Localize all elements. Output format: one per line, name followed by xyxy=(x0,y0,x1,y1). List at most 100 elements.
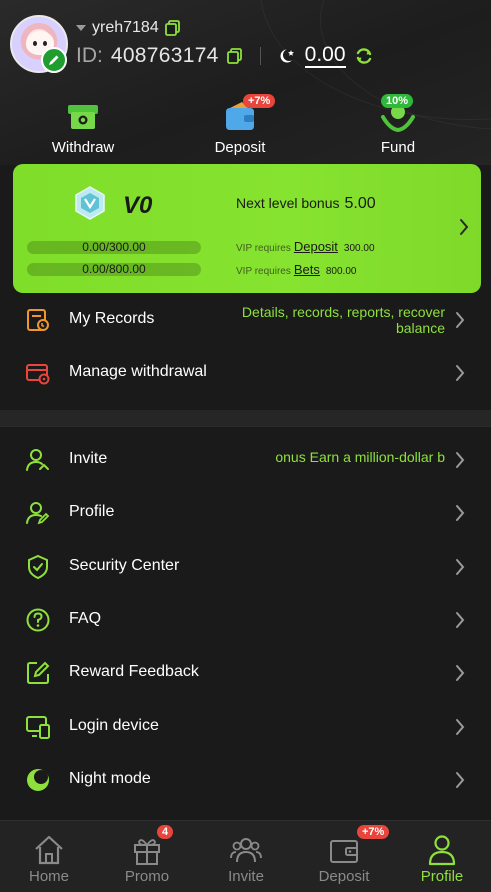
nav-label: Invite xyxy=(228,868,264,885)
section-divider xyxy=(0,410,491,426)
promo-count-badge: 4 xyxy=(157,825,174,839)
vip-gem-icon xyxy=(75,186,105,220)
next-level-bonus: Next level bonus 5.00 xyxy=(236,195,376,213)
records-icon xyxy=(27,309,49,331)
bets-requirement: VIP requires Bets 800.00 xyxy=(236,262,356,277)
vip-level: V0 xyxy=(123,192,153,219)
divider xyxy=(0,426,491,427)
devices-icon xyxy=(26,716,50,739)
copy-id-icon[interactable] xyxy=(226,48,242,64)
withdraw-icon xyxy=(63,96,103,136)
deposit-bonus-badge: +7% xyxy=(243,94,276,108)
withdraw-label: Withdraw xyxy=(51,139,115,156)
username-row: yreh7184 xyxy=(76,19,180,37)
menu-item-manage-withdrawal[interactable]: Manage withdrawal xyxy=(0,348,491,398)
chevron-right-icon xyxy=(456,719,465,735)
menu-label: Profile xyxy=(69,503,115,520)
menu-item-my-records[interactable]: My Records Details, records, reports, re… xyxy=(0,295,491,345)
edit-icon xyxy=(27,661,50,684)
profile-icon xyxy=(428,835,456,866)
chevron-right-icon xyxy=(456,772,465,788)
pakistan-flag-icon xyxy=(280,49,295,63)
chevron-right-icon xyxy=(456,365,465,381)
nav-label: Profile xyxy=(420,868,464,885)
avatar-eye xyxy=(43,41,47,46)
menu-label: FAQ xyxy=(69,610,102,627)
refresh-icon[interactable] xyxy=(354,46,374,66)
menu-item-profile[interactable]: Profile xyxy=(0,488,491,538)
vip-card[interactable]: V0 Next level bonus 5.00 0.00/300.00 0.00… xyxy=(13,164,481,293)
nav-promo[interactable]: 4 Promo xyxy=(98,821,196,892)
profile-header: yreh7184 ID: 408763174 0.00 Withdraw +7%… xyxy=(0,0,491,165)
id-row: ID: 408763174 0.00 xyxy=(76,44,374,68)
menu-item-login-device[interactable]: Login device xyxy=(0,702,491,752)
deposit-progress-text: 0.00/300.00 xyxy=(82,240,146,254)
menu-label: Night mode xyxy=(69,770,151,787)
avatar-eye xyxy=(33,41,37,46)
invite-marquee: onus Earn a million-dollar b xyxy=(270,449,445,469)
fund-action[interactable]: 10% Fund xyxy=(343,94,453,156)
menu-label: Security Center xyxy=(69,557,180,574)
username: yreh7184 xyxy=(92,19,159,36)
fund-label: Fund xyxy=(380,139,416,156)
menu-label: Login device xyxy=(69,717,159,734)
deposit-requirement-link[interactable]: Deposit xyxy=(294,239,338,254)
bottom-navigation: Home 4 Promo Invite +7% Deposit Profile xyxy=(0,820,491,892)
deposit-requirement: VIP requires Deposit 300.00 xyxy=(236,239,375,254)
shield-icon xyxy=(28,554,48,580)
records-description: Details, records, reports, recover balan… xyxy=(242,304,445,336)
edit-avatar-icon[interactable] xyxy=(41,47,67,73)
requirement-prefix: VIP requires xyxy=(236,243,291,254)
deposit-progress-bar: 0.00/300.00 xyxy=(27,241,201,254)
chevron-right-icon xyxy=(456,505,465,521)
question-icon xyxy=(26,608,50,632)
moon-icon xyxy=(27,769,49,791)
records-description-line: balance xyxy=(395,320,445,336)
chevron-right-icon xyxy=(456,312,465,328)
chevron-right-icon xyxy=(456,559,465,575)
wallet-icon xyxy=(330,840,358,863)
nav-label: Home xyxy=(28,868,69,885)
id-label: ID: xyxy=(76,44,103,67)
menu-label: Reward Feedback xyxy=(69,663,199,680)
menu-label: My Records xyxy=(69,310,155,327)
menu-item-night-mode[interactable]: Night mode xyxy=(0,755,491,805)
deposit-label: Deposit xyxy=(214,139,266,156)
menu-item-faq[interactable]: FAQ xyxy=(0,595,491,645)
gift-icon xyxy=(134,839,160,865)
copy-icon[interactable] xyxy=(164,20,180,36)
user-id: 408763174 xyxy=(110,44,219,67)
deposit-action[interactable]: +7% Deposit xyxy=(185,94,295,156)
caret-down-icon[interactable] xyxy=(76,25,86,31)
nav-home[interactable]: Home xyxy=(0,821,98,892)
fund-badge: 10% xyxy=(381,94,414,108)
chevron-right-icon xyxy=(456,452,465,468)
bets-progress-text: 0.00/800.00 xyxy=(82,262,146,276)
invite-marquee-text: onus Earn a million-dollar b xyxy=(275,449,445,465)
nav-profile[interactable]: Profile xyxy=(393,821,491,892)
menu-label: Invite xyxy=(69,450,108,467)
menu-item-security-center[interactable]: Security Center xyxy=(0,542,491,592)
menu-item-reward-feedback[interactable]: Reward Feedback xyxy=(0,648,491,698)
withdraw-action[interactable]: Withdraw xyxy=(28,96,138,156)
requirement-prefix: VIP requires xyxy=(236,266,291,277)
manage-withdrawal-icon xyxy=(26,364,50,385)
chevron-right-icon[interactable] xyxy=(459,218,469,236)
nav-deposit[interactable]: +7% Deposit xyxy=(295,821,393,892)
nav-label: Deposit xyxy=(318,868,370,885)
chevron-right-icon xyxy=(456,665,465,681)
deposit-bonus-badge: +7% xyxy=(357,825,390,839)
invite-icon xyxy=(26,449,49,471)
bets-requirement-value: 800.00 xyxy=(325,266,357,277)
quick-actions: Withdraw +7% Deposit 10% Fund xyxy=(0,94,491,160)
profile-icon xyxy=(26,502,50,525)
balance-amount[interactable]: 0.00 xyxy=(304,44,346,68)
deposit-requirement-value: 300.00 xyxy=(343,243,375,254)
bets-progress-bar: 0.00/800.00 xyxy=(27,263,201,276)
chevron-right-icon xyxy=(456,612,465,628)
next-level-bonus-value: 5.00 xyxy=(344,195,376,212)
nav-label: Promo xyxy=(124,868,170,885)
nav-invite[interactable]: Invite xyxy=(197,821,295,892)
records-description-line: Details, records, reports, recover xyxy=(241,304,445,320)
bets-requirement-link[interactable]: Bets xyxy=(294,262,320,277)
